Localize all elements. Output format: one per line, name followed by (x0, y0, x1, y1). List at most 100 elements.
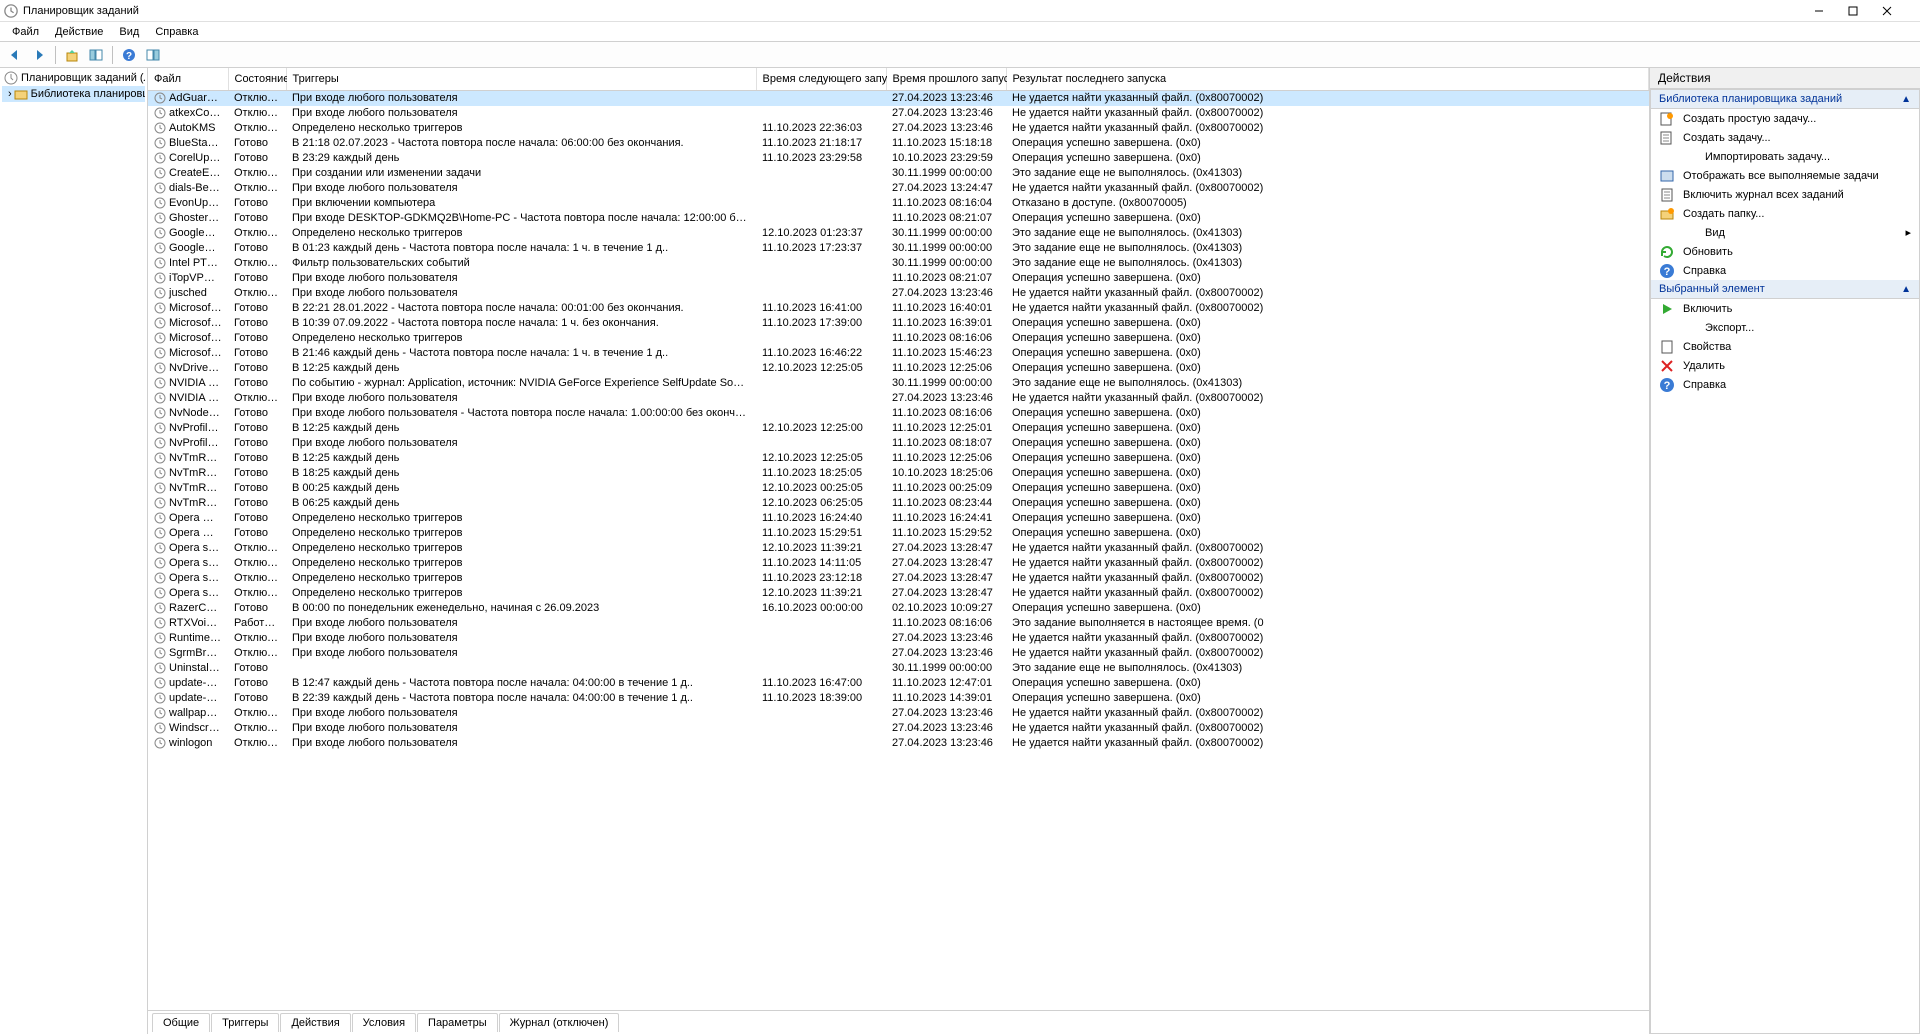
task-row[interactable]: WindscribeS...ОтключеноПри входе любого … (148, 721, 1649, 736)
task-row[interactable]: NvTmRep_C...ГотовоВ 00:25 каждый день12.… (148, 481, 1649, 496)
task-row[interactable]: Opera sched...ОтключеноОпределено нескол… (148, 541, 1649, 556)
action-item[interactable]: Создать простую задачу... (1651, 109, 1919, 128)
task-row[interactable]: MicrosoftEd...ГотовоОпределено несколько… (148, 331, 1649, 346)
task-row[interactable]: NvDriverUp...ГотовоВ 12:25 каждый день12… (148, 361, 1649, 376)
detail-tab[interactable]: Параметры (417, 1013, 498, 1032)
menu-view[interactable]: Вид (111, 24, 147, 40)
action-item[interactable]: Включить журнал всех заданий (1651, 185, 1919, 204)
task-row[interactable]: GoogleUpda...ГотовоВ 01:23 каждый день -… (148, 241, 1649, 256)
column-headers[interactable]: Файл Состояние Триггеры Время следующего… (148, 68, 1649, 90)
task-row[interactable]: NvProfileUp...ГотовоПри входе любого пол… (148, 436, 1649, 451)
cell-next (756, 286, 886, 301)
task-row[interactable]: NvTmRep_C...ГотовоВ 06:25 каждый день12.… (148, 496, 1649, 511)
task-icon (154, 632, 166, 644)
action-item[interactable]: ?Справка (1651, 375, 1919, 394)
center-pane: Файл Состояние Триггеры Время следующего… (148, 68, 1650, 1034)
col-file[interactable]: Файл (148, 68, 228, 90)
task-row[interactable]: Opera sched...ОтключеноОпределено нескол… (148, 571, 1649, 586)
task-row[interactable]: AdGuardVp...ОтключеноПри входе любого по… (148, 90, 1649, 106)
action-item[interactable]: Отображать все выполняемые задачи (1651, 166, 1919, 185)
menu-action[interactable]: Действие (47, 24, 111, 40)
task-row[interactable]: NvTmRep_C...ГотовоВ 18:25 каждый день11.… (148, 466, 1649, 481)
task-row[interactable]: update-sysГотовоВ 22:39 каждый день - Ча… (148, 691, 1649, 706)
toggle-tree-button[interactable] (85, 44, 107, 66)
task-row[interactable]: wallpaperser...ОтключеноПри входе любого… (148, 706, 1649, 721)
tree-library[interactable]: › Библиотека планировщ (2, 86, 145, 102)
task-row[interactable]: iTopVPN_Up...ГотовоПри входе любого поль… (148, 271, 1649, 286)
cell-result: Операция успешно завершена. (0x0) (1006, 691, 1649, 706)
task-row[interactable]: AutoKMSОтключеноОпределено несколько три… (148, 121, 1649, 136)
actions-section-selected[interactable]: Выбранный элемент ▲ (1651, 280, 1919, 299)
col-last-run[interactable]: Время прошлого запуска (886, 68, 1006, 90)
detail-tab[interactable]: Условия (352, 1013, 416, 1032)
task-row[interactable]: Intel PTT EK ...ОтключеноФильтр пользова… (148, 256, 1649, 271)
task-row[interactable]: MicrosoftApiГотовоВ 22:21 28.01.2022 - Ч… (148, 301, 1649, 316)
detail-tab[interactable]: Общие (152, 1013, 210, 1032)
col-state[interactable]: Состояние (228, 68, 286, 90)
task-row[interactable]: Opera sched...ОтключеноОпределено нескол… (148, 586, 1649, 601)
task-row[interactable]: NvProfileUp...ГотовоВ 12:25 каждый день1… (148, 421, 1649, 436)
task-row[interactable]: NvTmRep_C...ГотовоВ 12:25 каждый день12.… (148, 451, 1649, 466)
action-item[interactable]: ?Справка (1651, 261, 1919, 280)
back-button[interactable] (4, 44, 26, 66)
task-row[interactable]: NVIDIA ShareОтключеноПри входе любого по… (148, 391, 1649, 406)
cell-state: Отключено (228, 721, 286, 736)
col-triggers[interactable]: Триггеры (286, 68, 756, 90)
action-item[interactable]: Включить (1651, 299, 1919, 318)
forward-button[interactable] (28, 44, 50, 66)
menu-help[interactable]: Справка (147, 24, 206, 40)
task-row[interactable]: GoogleUpda...ОтключеноОпределено несколь… (148, 226, 1649, 241)
action-item[interactable]: Создать задачу... (1651, 128, 1919, 147)
task-row[interactable]: RuntimeBro...ОтключеноПри входе любого п… (148, 631, 1649, 646)
action-item[interactable]: Импортировать задачу... (1651, 147, 1919, 166)
col-last-result[interactable]: Результат последнего запуска (1006, 68, 1649, 90)
task-row[interactable]: MicrosoftEd...ГотовоВ 21:46 каждый день … (148, 346, 1649, 361)
task-row[interactable]: NVIDIA GeF...ГотовоПо событию - журнал: … (148, 376, 1649, 391)
tree-root[interactable]: Планировщик заданий (Лок (2, 70, 145, 86)
task-row[interactable]: GhosteryUp...ГотовоПри входе DESKTOP-GDK… (148, 211, 1649, 226)
detail-tab[interactable]: Триггеры (211, 1013, 279, 1032)
close-button[interactable] (1882, 1, 1916, 21)
task-row[interactable]: dials-BenitoОтключеноПри входе любого по… (148, 181, 1649, 196)
action-item[interactable]: Экспорт... (1651, 318, 1919, 337)
action-item[interactable]: Свойства (1651, 337, 1919, 356)
task-row[interactable]: Opera GX sc...ГотовоОпределено несколько… (148, 526, 1649, 541)
task-row[interactable]: UninstallToo...Готово30.11.1999 00:00:00… (148, 661, 1649, 676)
menu-file[interactable]: Файл (4, 24, 47, 40)
task-row[interactable]: MicrosoftEd...ГотовоВ 10:39 07.09.2022 -… (148, 316, 1649, 331)
help-button[interactable]: ? (118, 44, 140, 66)
collapse-icon[interactable]: ▲ (1901, 94, 1911, 105)
detail-tab[interactable]: Действия (280, 1013, 350, 1032)
task-row[interactable]: winlogonОтключеноПри входе любого пользо… (148, 736, 1649, 751)
actions-section-library[interactable]: Библиотека планировщика заданий ▲ (1651, 90, 1919, 109)
task-row[interactable]: EvonUpdate...ГотовоПри включении компьют… (148, 196, 1649, 211)
task-row[interactable]: Opera sched...ОтключеноОпределено нескол… (148, 556, 1649, 571)
detail-tab[interactable]: Журнал (отключен) (499, 1013, 620, 1032)
cell-next (756, 391, 886, 406)
task-row[interactable]: NvNodeLau...ГотовоПри входе любого польз… (148, 406, 1649, 421)
task-row[interactable]: juschedОтключеноПри входе любого пользов… (148, 286, 1649, 301)
task-row[interactable]: atkexComSvcОтключеноПри входе любого пол… (148, 106, 1649, 121)
col-next-run[interactable]: Время следующего запуска (756, 68, 886, 90)
task-row[interactable]: BlueStacksH...ГотовоВ 21:18 02.07.2023 -… (148, 136, 1649, 151)
task-row[interactable]: SgrmBrokerОтключеноПри входе любого поль… (148, 646, 1649, 661)
task-row[interactable]: update-S-1-...ГотовоВ 12:47 каждый день … (148, 676, 1649, 691)
collapse-icon[interactable]: ▲ (1901, 284, 1911, 295)
action-item[interactable]: Обновить (1651, 242, 1919, 261)
minimize-button[interactable] (1814, 1, 1848, 21)
action-item[interactable]: Вид▸ (1651, 223, 1919, 242)
toggle-actions-button[interactable] (142, 44, 164, 66)
cell-trigger: В 23:29 каждый день (286, 151, 756, 166)
task-row[interactable]: Opera GX sc...ГотовоОпределено несколько… (148, 511, 1649, 526)
task-grid[interactable]: Файл Состояние Триггеры Время следующего… (148, 68, 1649, 1010)
task-row[interactable]: CreateExplor...ОтключеноПри создании или… (148, 166, 1649, 181)
maximize-button[interactable] (1848, 1, 1882, 21)
cell-trigger: Определено несколько триггеров (286, 586, 756, 601)
up-button[interactable] (61, 44, 83, 66)
action-item[interactable]: Создать папку... (1651, 204, 1919, 223)
expand-icon[interactable]: › (8, 88, 12, 100)
action-item[interactable]: Удалить (1651, 356, 1919, 375)
task-row[interactable]: RazerCortex...ГотовоВ 00:00 по понедельн… (148, 601, 1649, 616)
task-row[interactable]: CorelUpdate...ГотовоВ 23:29 каждый день1… (148, 151, 1649, 166)
task-row[interactable]: RTXVoice_{B...РаботаетПри входе любого п… (148, 616, 1649, 631)
